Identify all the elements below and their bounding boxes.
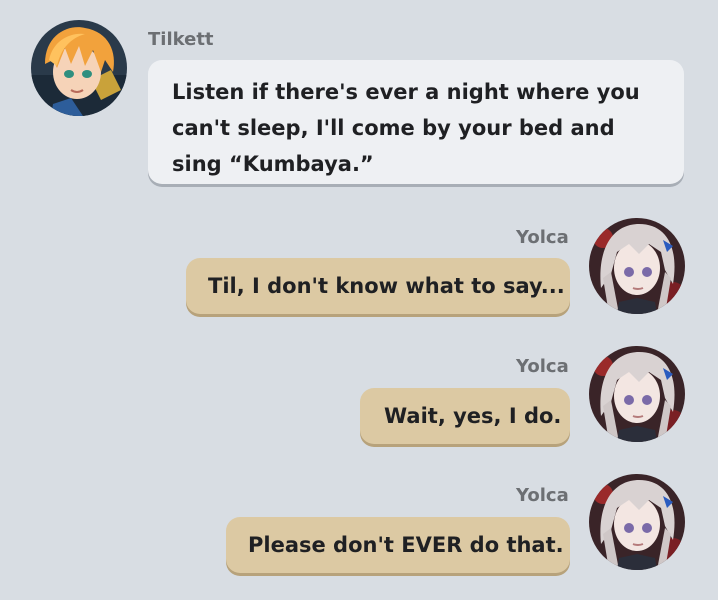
sender-name: Yolca [516, 227, 569, 248]
message-text: Til, I don't know what to say... [208, 274, 565, 298]
message-text: Please don't EVER do that. [248, 533, 564, 557]
sender-name: Yolca [516, 485, 569, 506]
message-bubble: Til, I don't know what to say... [186, 258, 570, 314]
yolca-avatar [589, 218, 685, 314]
chat-log: Tilkett Listen if there's ever a night w… [0, 0, 718, 600]
sender-name: Yolca [516, 356, 569, 377]
yolca-avatar [589, 346, 685, 442]
message-bubble: Listen if there's ever a night where you… [148, 60, 684, 184]
tilkett-avatar [31, 20, 127, 116]
message-bubble: Wait, yes, I do. [360, 388, 570, 444]
message-text: Listen if there's ever a night where you… [172, 80, 640, 176]
sender-name: Tilkett [148, 29, 214, 50]
message-bubble: Please don't EVER do that. [226, 517, 570, 573]
yolca-avatar [589, 474, 685, 570]
message-text: Wait, yes, I do. [384, 404, 562, 428]
